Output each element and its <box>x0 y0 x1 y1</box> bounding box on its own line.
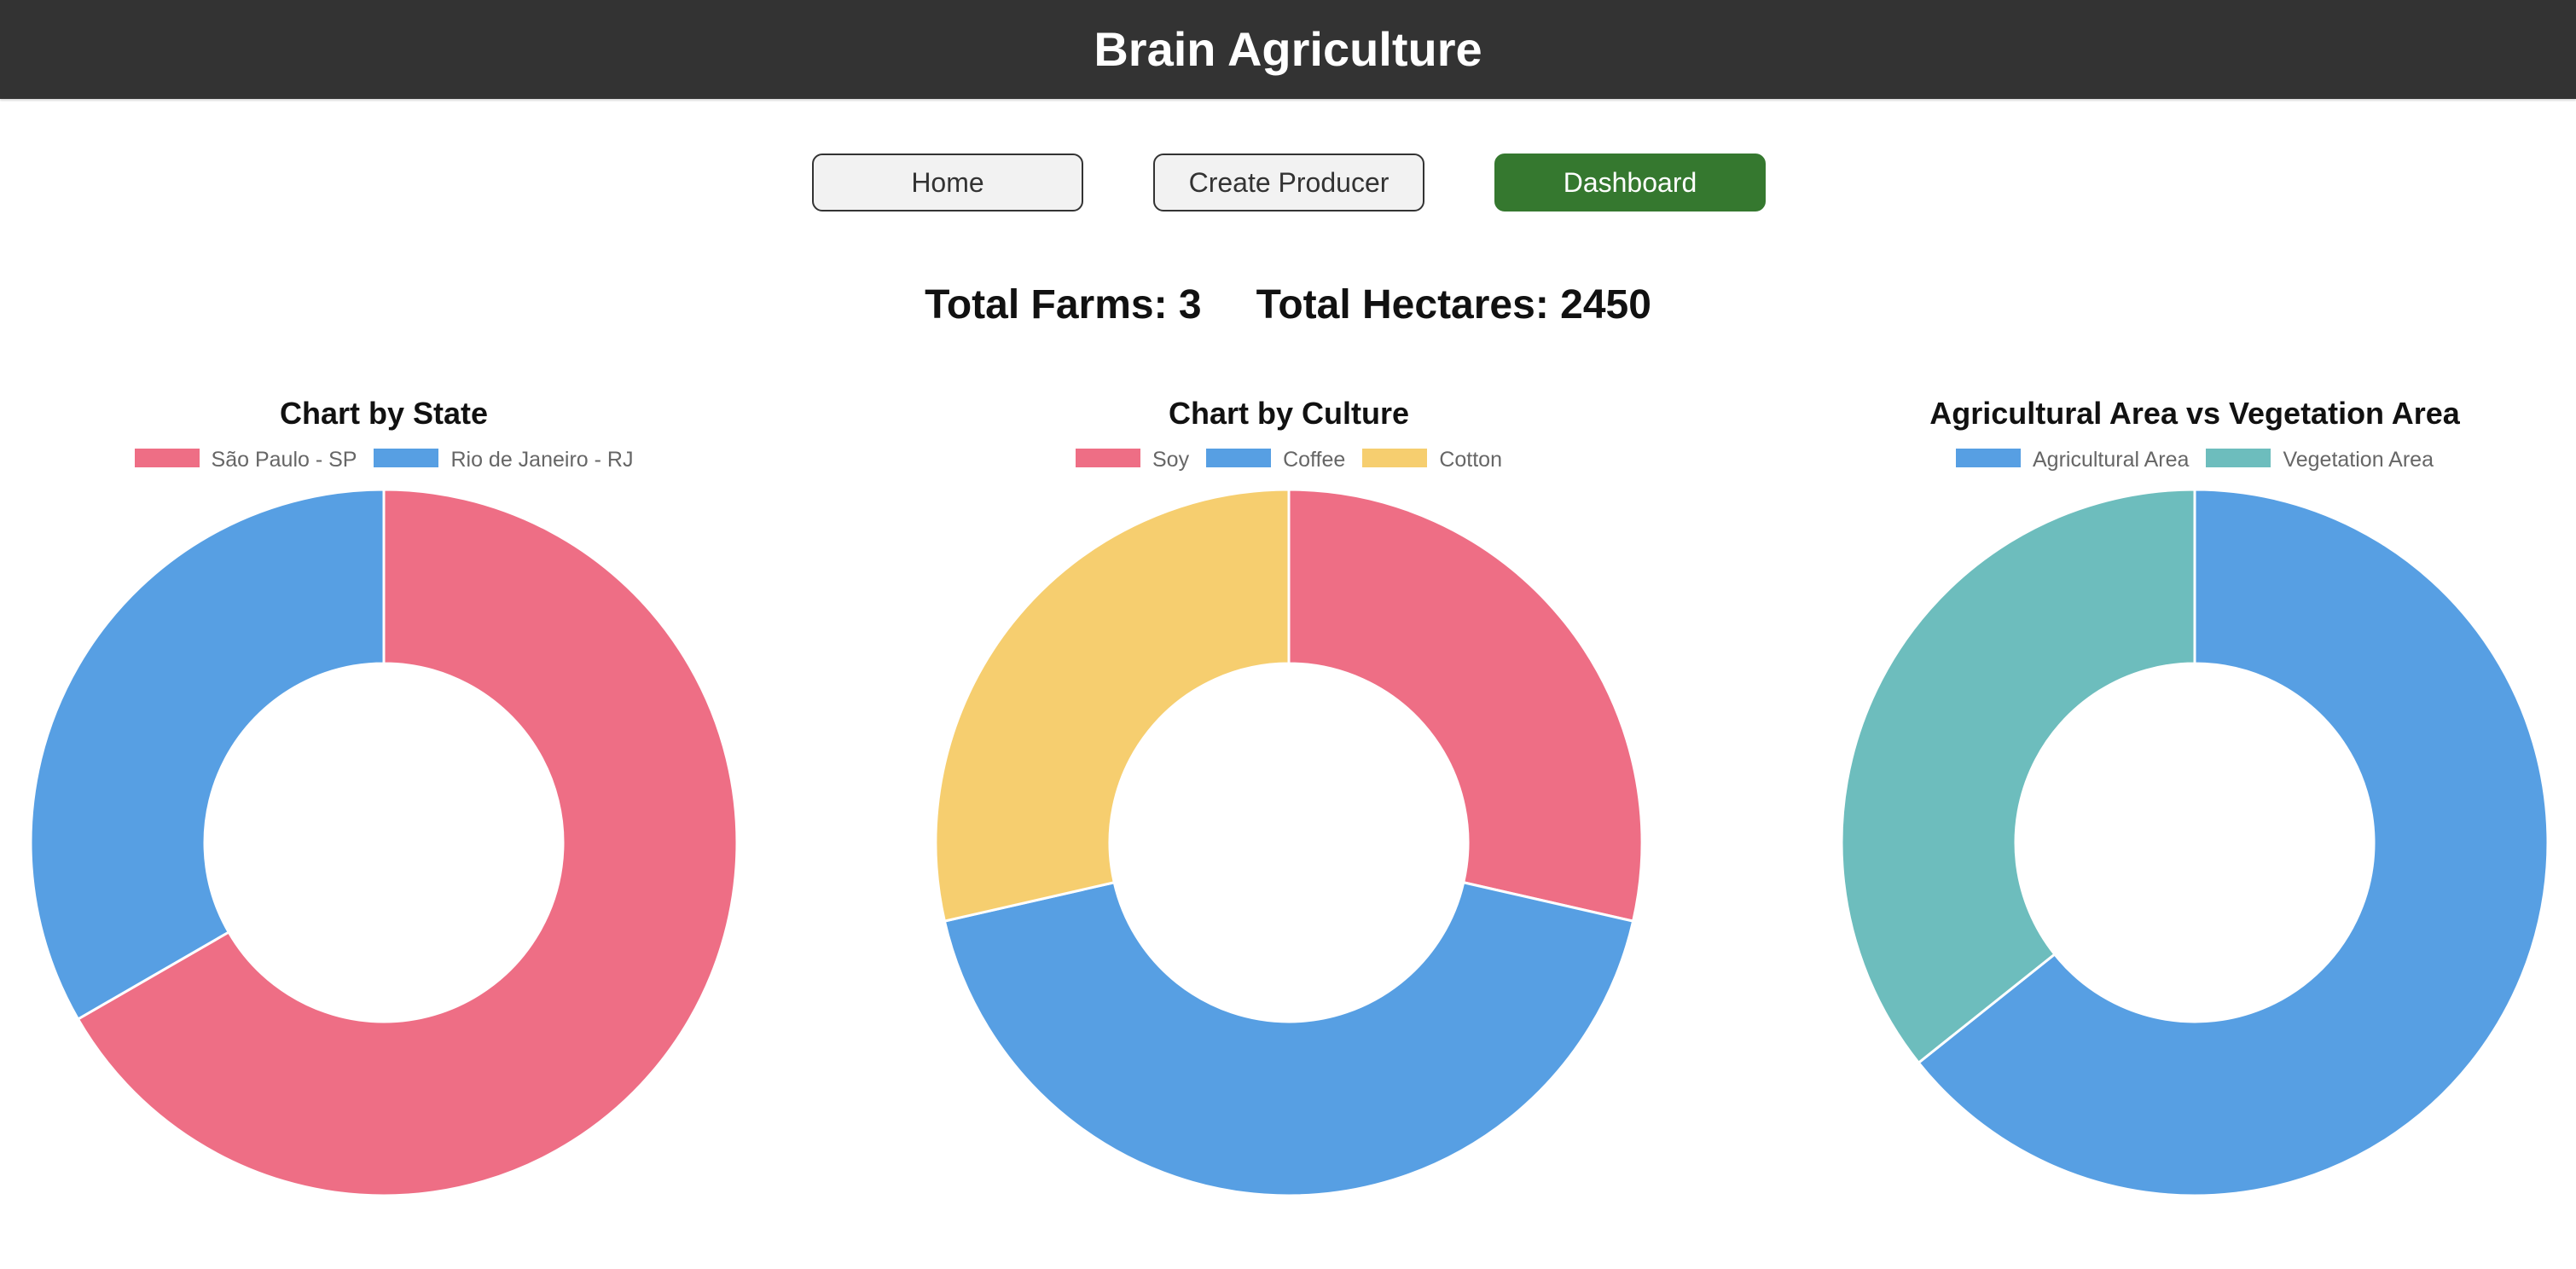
legend-swatch <box>134 449 200 468</box>
total-farms: Total Farms: 3 <box>925 282 1202 327</box>
legend-label: Cotton <box>1439 448 1502 472</box>
legend-item-sao-paulo-sp[interactable]: São Paulo - SP <box>134 443 357 476</box>
dashboard-button[interactable]: Dashboard <box>1494 154 1766 212</box>
legend-label: Rio de Janeiro - RJ <box>450 448 634 472</box>
legend-swatch <box>1076 449 1140 468</box>
legend-label: Coffee <box>1283 448 1346 472</box>
chart-legend-area: Agricultural Area Vegetation Area <box>1811 443 2576 476</box>
donut-chart-state <box>29 488 739 1197</box>
chart-title-area: Agricultural Area vs Vegetation Area <box>1929 396 2460 431</box>
legend-label: Vegetation Area <box>2283 448 2434 472</box>
legend-item-agricultural-area[interactable]: Agricultural Area <box>1956 443 2189 476</box>
total-hectares: Total Hectares: 2450 <box>1256 282 1651 327</box>
legend-item-rio-de-janeiro-rj[interactable]: Rio de Janeiro - RJ <box>374 443 633 476</box>
donut-chart-culture <box>934 488 1644 1197</box>
legend-item-soy[interactable]: Soy <box>1076 443 1189 476</box>
legend-swatch <box>2206 449 2271 468</box>
legend-item-coffee[interactable]: Coffee <box>1206 443 1345 476</box>
legend-item-vegetation-area[interactable]: Vegetation Area <box>2206 443 2434 476</box>
legend-swatch <box>1206 449 1272 468</box>
donut-chart-area <box>1840 488 2550 1197</box>
slice-coffee[interactable] <box>943 880 1635 1197</box>
chart-legend-state: São Paulo - SP Rio de Janeiro - RJ <box>0 443 768 476</box>
chart-legend-culture: Soy Coffee Cotton <box>905 443 1673 476</box>
app-header: Brain Agriculture <box>0 0 2576 99</box>
chart-title-state: Chart by State <box>279 396 489 431</box>
legend-item-cotton[interactable]: Cotton <box>1362 443 1502 476</box>
create-producer-button[interactable]: Create Producer <box>1153 154 1424 212</box>
legend-label: Agricultural Area <box>2033 448 2190 472</box>
legend-swatch <box>374 449 439 468</box>
slice-rio-de-janeiro-rj[interactable] <box>29 488 386 1022</box>
app-title: Brain Agriculture <box>1094 22 1482 76</box>
legend-label: São Paulo - SP <box>211 448 357 472</box>
legend-label: Soy <box>1152 448 1190 472</box>
legend-swatch <box>1956 449 2021 468</box>
totals-summary: Total Farms: 3 Total Hectares: 2450 <box>0 275 2576 336</box>
slice-soy[interactable] <box>1287 488 1644 923</box>
slice-cotton[interactable] <box>934 488 1291 923</box>
home-button[interactable]: Home <box>812 154 1083 212</box>
chart-title-culture: Chart by Culture <box>1168 396 1410 431</box>
legend-swatch <box>1362 449 1428 468</box>
slice-vegetation-area[interactable] <box>1840 488 2196 1065</box>
